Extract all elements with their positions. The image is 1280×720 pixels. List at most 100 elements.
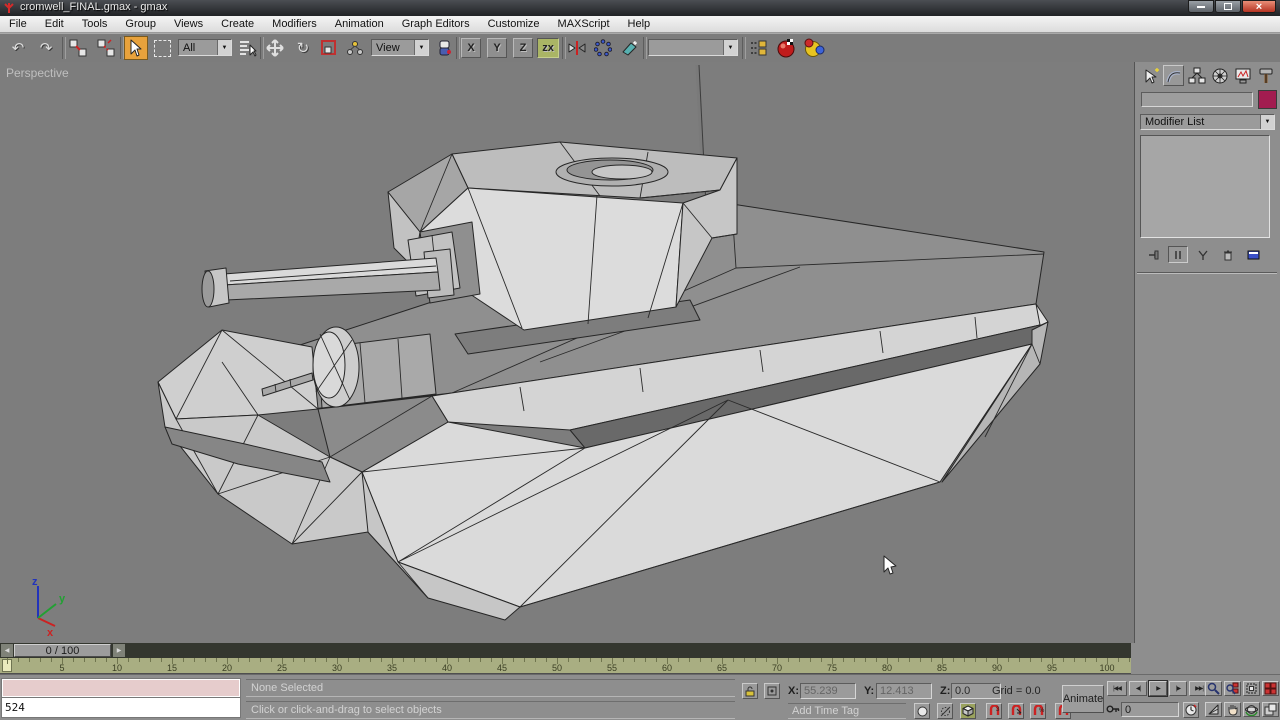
grid-size-display: Grid = 0.0 (988, 683, 1062, 699)
minimize-button[interactable] (1188, 0, 1214, 13)
zoom-extents-all-button[interactable] (1262, 681, 1279, 696)
viewport-canvas[interactable]: z x y (0, 62, 1135, 643)
min-max-toggle-button[interactable] (1262, 702, 1279, 717)
time-slider-handle[interactable]: 0 / 100 (14, 644, 111, 657)
tab-motion[interactable] (1209, 65, 1230, 86)
selection-lock-toggle[interactable] (742, 683, 758, 699)
percent-snap-toggle-button[interactable]: % (1030, 703, 1046, 719)
rectangular-selection-region-button[interactable] (150, 36, 174, 60)
title-bar[interactable]: cromwell_FINAL.gmax - gmax × (0, 0, 1280, 16)
track-bar[interactable]: 5101520253035404550556065707580859095100 (0, 658, 1131, 674)
angle-snap-toggle-button[interactable] (1008, 703, 1024, 719)
axis-y-label: Y (493, 42, 500, 54)
menu-item-file[interactable]: File (0, 18, 36, 30)
go-to-end-icon: ▶▶| (1195, 685, 1203, 692)
viewport-label[interactable]: Perspective (6, 66, 69, 80)
tab-modify[interactable] (1163, 65, 1184, 86)
perspective-viewport[interactable]: z x y Perspective (0, 62, 1135, 643)
select-object-button[interactable] (124, 36, 148, 60)
add-time-tag[interactable]: Add Time Tag (788, 703, 906, 719)
key-mode-toggle[interactable] (1106, 703, 1120, 718)
play-button[interactable]: ▶ (1149, 681, 1167, 696)
redo-button[interactable]: ↷ (34, 36, 58, 60)
track-view-icon (749, 39, 767, 57)
show-end-result-button[interactable] (1168, 246, 1188, 263)
field-of-view-button[interactable] (1205, 702, 1222, 717)
tab-create[interactable] (1140, 65, 1161, 86)
named-selection-sets-dropdown[interactable]: ▼ (648, 39, 738, 56)
track-tick (1096, 658, 1097, 662)
select-by-name-button[interactable] (236, 36, 260, 60)
current-frame-field[interactable]: 0 (1121, 702, 1179, 717)
make-unique-button[interactable] (1193, 246, 1213, 263)
time-slider-track[interactable]: ◀ 0 / 100 ▶ (0, 643, 1131, 658)
next-frame-button[interactable]: |▶ (1169, 681, 1187, 696)
restrict-z-button[interactable]: Z (513, 38, 533, 58)
object-color-swatch[interactable] (1258, 90, 1277, 109)
align-button[interactable] (617, 36, 641, 60)
close-button[interactable]: × (1242, 0, 1276, 13)
menu-item-graph-editors[interactable]: Graph Editors (393, 18, 479, 30)
select-and-scale-button[interactable] (317, 36, 341, 60)
zoom-all-button[interactable] (1224, 681, 1241, 696)
selection-filter-dropdown[interactable]: All ▼ (178, 39, 232, 56)
degradation-override-button[interactable] (914, 703, 930, 719)
dotted-toggle-button[interactable] (937, 703, 953, 719)
remove-modifier-button[interactable] (1218, 246, 1238, 263)
track-view-button[interactable] (746, 36, 770, 60)
object-name-field[interactable] (1141, 92, 1253, 107)
menu-item-maxscript[interactable]: MAXScript (549, 18, 619, 30)
menu-item-modifiers[interactable]: Modifiers (263, 18, 326, 30)
absolute-mode-toggle[interactable] (764, 683, 780, 699)
snap-toggle-button[interactable] (960, 703, 976, 719)
time-configuration-button[interactable] (1183, 702, 1199, 718)
menu-item-tools[interactable]: Tools (73, 18, 117, 30)
reference-coordinate-dropdown[interactable]: View ▼ (371, 39, 429, 56)
menu-item-views[interactable]: Views (165, 18, 212, 30)
undo-button[interactable]: ↶ (6, 36, 30, 60)
go-to-start-button[interactable]: |◀◀ (1107, 681, 1127, 696)
unlink-selection-button[interactable] (94, 36, 118, 60)
material-editor-button[interactable] (774, 36, 798, 60)
maximize-button[interactable] (1215, 0, 1241, 13)
zoom-button[interactable] (1205, 681, 1222, 696)
select-and-move-button[interactable] (263, 36, 287, 60)
previous-frame-button[interactable]: ◀| (1129, 681, 1147, 696)
restrict-x-button[interactable]: X (461, 38, 481, 58)
time-slider-left-button[interactable]: ◀ (1, 644, 13, 657)
menu-item-help[interactable]: Help (619, 18, 660, 30)
restrict-y-button[interactable]: Y (487, 38, 507, 58)
menu-item-customize[interactable]: Customize (479, 18, 549, 30)
select-and-link-button[interactable] (66, 36, 90, 60)
animate-button[interactable]: Animate (1062, 685, 1104, 713)
zoom-extents-button[interactable] (1243, 681, 1260, 696)
tab-display[interactable] (1232, 65, 1253, 86)
x-coordinate-field[interactable]: 55.239 (800, 683, 856, 699)
maxscript-listener-output[interactable]: 524 (2, 698, 240, 717)
configure-modifier-sets-button[interactable] (1243, 246, 1263, 263)
pin-stack-button[interactable] (1143, 246, 1163, 263)
manipulate-icon (347, 40, 363, 56)
maxscript-listener-input[interactable] (2, 679, 240, 697)
arc-rotate-button[interactable] (1243, 702, 1260, 717)
pan-button[interactable] (1224, 702, 1241, 717)
restrict-plane-button[interactable]: zx (537, 38, 559, 58)
tab-hierarchy[interactable] (1186, 65, 1207, 86)
track-tick (381, 658, 382, 662)
menu-item-animation[interactable]: Animation (326, 18, 393, 30)
menu-item-edit[interactable]: Edit (36, 18, 73, 30)
mirror-button[interactable] (565, 36, 589, 60)
tab-utilities[interactable] (1255, 65, 1276, 86)
menu-item-create[interactable]: Create (212, 18, 263, 30)
modifier-list-dropdown[interactable]: Modifier List ▼ (1140, 114, 1275, 130)
y-coordinate-field[interactable]: 12.413 (876, 683, 932, 699)
select-and-rotate-button[interactable]: ↻ (291, 36, 315, 60)
time-slider-right-button[interactable]: ▶ (113, 644, 125, 657)
select-and-manipulate-button[interactable] (343, 36, 367, 60)
modifier-stack-list[interactable] (1140, 135, 1270, 238)
array-button[interactable] (591, 36, 615, 60)
render-button[interactable] (802, 36, 826, 60)
use-pivot-center-button[interactable] (433, 36, 457, 60)
menu-item-group[interactable]: Group (116, 18, 165, 30)
snaps-toggle-3d-button[interactable]: 3 (986, 703, 1002, 719)
